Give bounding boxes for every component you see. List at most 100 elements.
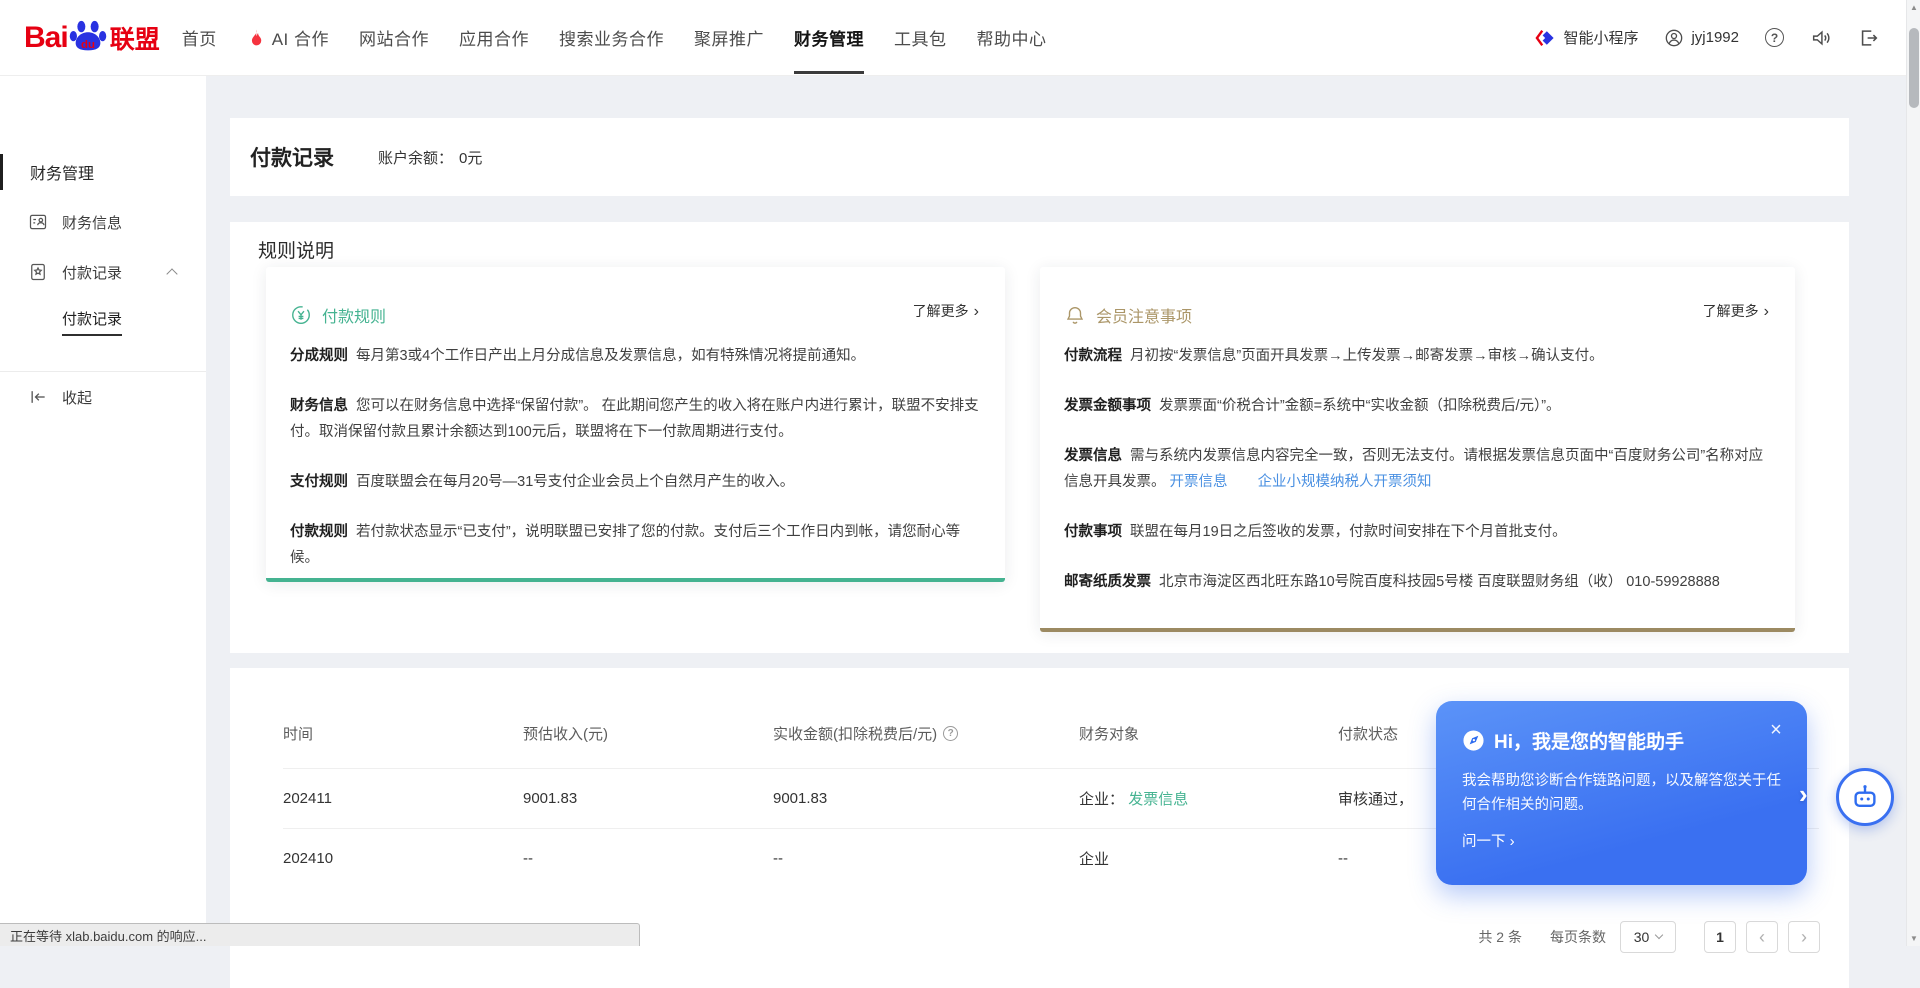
coin-icon	[290, 304, 312, 326]
help-icon[interactable]	[1765, 28, 1784, 47]
per-page-select[interactable]: 30	[1620, 921, 1676, 953]
scrollbar-up-arrow[interactable]: ▲	[1907, 0, 1920, 15]
member-notices-header: 会员注意事项	[1064, 303, 1775, 327]
assistant-popup: Hi，我是您的智能助手 我会帮助您诊断合作链路问题，以及解答您关于任何合作相关的…	[1436, 701, 1807, 885]
nav-item-home[interactable]: 首页	[182, 0, 217, 75]
top-navigation: Bai du 联盟 首页 AI 合作 网站合作 应用合作 搜索业务合作 聚屏推广…	[0, 0, 1920, 76]
balance-value: 0元	[459, 150, 482, 167]
chevron-down-icon	[1655, 931, 1663, 939]
cell-finance-target: 企业	[1079, 848, 1338, 869]
chevron-up-icon[interactable]	[166, 268, 177, 279]
assistant-title-row: Hi，我是您的智能助手	[1462, 727, 1781, 754]
compass-icon	[1462, 729, 1485, 752]
user-icon	[1664, 28, 1684, 48]
column-header-estimated: 预估收入(元)	[523, 723, 773, 744]
main-menu: 首页 AI 合作 网站合作 应用合作 搜索业务合作 聚屏推广 财务管理 工具包 …	[182, 0, 1047, 75]
invoice-info-table-link[interactable]: 发票信息	[1128, 791, 1188, 808]
page-header-card: 付款记录 账户余额： 0元	[230, 118, 1849, 196]
nav-item-website[interactable]: 网站合作	[359, 0, 429, 75]
smart-miniapp-entry[interactable]: 智能小程序	[1534, 27, 1638, 49]
baidu-paw-icon: du	[69, 18, 107, 58]
pagination: 共 2 条 每页条数 30 1	[1478, 921, 1820, 953]
payment-rules-header: 付款规则	[290, 303, 985, 327]
rule-paragraph: 付款流程月初按“发票信息”页面开具发票→上传发票→邮寄发票→审核→确认支付。	[1064, 343, 1775, 369]
rule-paragraph: 付款规则若付款状态显示“已支付”，说明联盟已安排了您的付款。支付后三个工作日内到…	[290, 519, 985, 571]
browser-status-bar: 正在等待 xlab.baidu.com 的响应...	[0, 923, 640, 946]
column-header-time: 时间	[283, 723, 523, 744]
member-notices-panel: 会员注意事项 了解更多 付款流程月初按“发票信息”页面开具发票→上传发票→邮寄发…	[1040, 267, 1795, 632]
nav-item-ai[interactable]: AI 合作	[247, 0, 329, 75]
column-header-actual: 实收金额(扣除税费后/元)	[773, 723, 1079, 744]
robot-icon	[1850, 782, 1880, 812]
balance-label: 账户余额：	[378, 150, 453, 167]
next-page-button[interactable]	[1788, 921, 1820, 953]
sidebar: 财务管理 财务信息 付款记录 付款记录	[0, 76, 206, 946]
logo-text-du: du	[81, 38, 95, 50]
close-icon[interactable]	[1765, 719, 1787, 741]
rule-paragraph: 发票金额事项发票票面“价税合计”金额=系统中“实收金额（扣除税费后/元）”。	[1064, 393, 1775, 419]
rule-paragraph: 邮寄纸质发票北京市海淀区西北旺东路10号院百度科技园5号楼 百度联盟财务组（收）…	[1064, 569, 1775, 595]
sound-icon[interactable]	[1810, 27, 1832, 49]
ask-now-link[interactable]: 问一下	[1462, 830, 1781, 851]
page-title: 付款记录	[250, 142, 334, 172]
nav-item-finance[interactable]: 财务管理	[794, 0, 864, 75]
flame-icon	[247, 28, 267, 48]
rule-paragraph: 发票信息需与系统内发票信息内容完全一致，否则无法支付。请根据发票信息页面中“百度…	[1064, 443, 1775, 495]
total-count: 共 2 条	[1478, 927, 1522, 947]
info-icon[interactable]	[943, 726, 958, 741]
collapse-icon	[28, 387, 48, 407]
page-number-button[interactable]: 1	[1704, 921, 1736, 953]
popup-arrow-icon	[1799, 779, 1808, 810]
cell-estimated: 9001.83	[523, 790, 773, 807]
finance-info-icon	[28, 212, 48, 232]
bell-icon	[1064, 304, 1086, 326]
rule-paragraph: 付款事项联盟在每月19日之后签收的发票，付款时间安排在下个月首批支付。	[1064, 519, 1775, 545]
sidebar-subitem-payment-records[interactable]: 付款记录	[0, 297, 206, 347]
nav-item-toolkit[interactable]: 工具包	[894, 0, 947, 75]
logo-text-union: 联盟	[110, 20, 160, 56]
rule-paragraph: 支付规则百度联盟会在每月20号—31号支付企业会员上个自然月产生的收入。	[290, 469, 985, 495]
prev-page-button[interactable]	[1746, 921, 1778, 953]
sidebar-collapse-button[interactable]: 收起	[0, 372, 206, 422]
payment-rules-body: 分成规则每月第3或4个工作日产出上月分成信息及发票信息，如有特殊情况将提前通知。…	[290, 343, 985, 571]
cell-estimated: --	[523, 850, 773, 867]
rule-paragraph: 财务信息您可以在财务信息中选择“保留付款”。 在此期间您产生的收入将在账户内进行…	[290, 393, 985, 445]
payment-rules-panel: 付款规则 了解更多 分成规则每月第3或4个工作日产出上月分成信息及发票信息，如有…	[266, 267, 1005, 582]
rule-paragraph: 分成规则每月第3或4个工作日产出上月分成信息及发票信息，如有特殊情况将提前通知。	[290, 343, 985, 369]
cell-time: 202410	[283, 850, 523, 867]
status-text: 正在等待 xlab.baidu.com 的响应...	[10, 926, 207, 945]
nav-item-search-biz[interactable]: 搜索业务合作	[559, 0, 664, 75]
rules-title: 规则说明	[258, 236, 1849, 263]
cell-time: 202411	[283, 790, 523, 807]
member-notices-body: 付款流程月初按“发票信息”页面开具发票→上传发票→邮寄发票→审核→确认支付。 发…	[1064, 343, 1775, 595]
nav-item-help-center[interactable]: 帮助中心	[977, 0, 1047, 75]
assistant-title: Hi，我是您的智能助手	[1494, 727, 1684, 754]
vertical-scrollbar[interactable]: ▲ ▼	[1906, 0, 1920, 946]
learn-more-link-payment-rules[interactable]: 了解更多	[913, 301, 979, 321]
baidu-union-logo[interactable]: Bai du 联盟	[24, 18, 160, 58]
cell-finance-target: 企业： 发票信息	[1079, 788, 1338, 809]
sidebar-item-payment-records[interactable]: 付款记录	[0, 247, 206, 297]
miniapp-icon	[1534, 27, 1556, 49]
account-balance: 账户余额： 0元	[378, 147, 482, 168]
user-account[interactable]: jyj1992	[1664, 28, 1739, 48]
scrollbar-down-arrow[interactable]: ▼	[1907, 931, 1920, 946]
nav-item-screen-promo[interactable]: 聚屏推广	[694, 0, 764, 75]
rules-card: 规则说明 付款规则 了解更多 分成规则每月第3或4个工作日产出上月分成信息及发票…	[230, 222, 1849, 653]
invoice-info-link[interactable]: 开票信息	[1170, 474, 1228, 490]
sidebar-item-finance-info[interactable]: 财务信息	[0, 197, 206, 247]
nav-right-tools: 智能小程序 jyj1992	[1534, 27, 1880, 49]
scrollbar-thumb[interactable]	[1909, 28, 1919, 108]
per-page-label: 每页条数	[1550, 927, 1606, 947]
cell-actual: 9001.83	[773, 790, 1079, 807]
learn-more-link-member-notices[interactable]: 了解更多	[1703, 301, 1769, 321]
assistant-float-button[interactable]	[1836, 768, 1894, 826]
cell-actual: --	[773, 850, 1079, 867]
column-header-finance-target: 财务对象	[1079, 723, 1338, 744]
small-taxpayer-notice-link[interactable]: 企业小规模纳税人开票须知	[1258, 474, 1432, 490]
logo-text-bai: Bai	[24, 21, 68, 55]
nav-item-app[interactable]: 应用合作	[459, 0, 529, 75]
assistant-message: 我会帮助您诊断合作链路问题，以及解答您关于任何合作相关的问题。	[1462, 769, 1784, 817]
active-section-indicator	[0, 154, 3, 190]
logout-icon[interactable]	[1858, 27, 1880, 49]
